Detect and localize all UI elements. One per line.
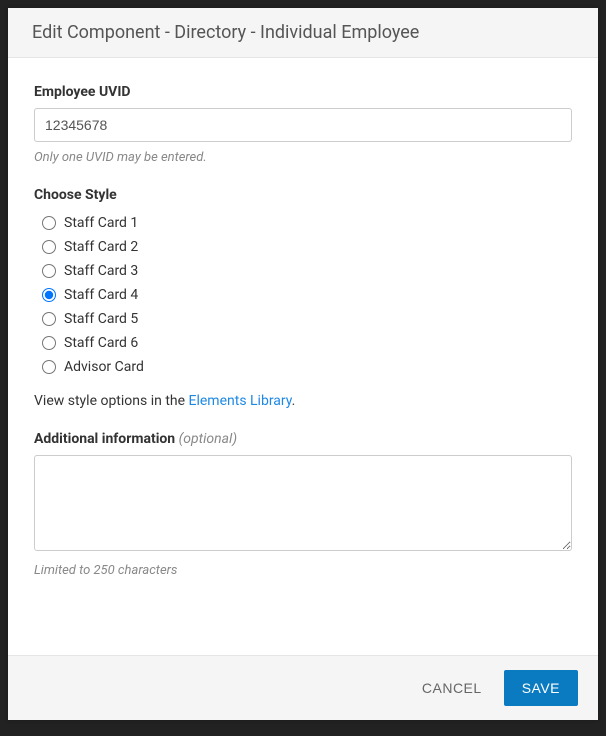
additional-label-text: Additional information [34,431,175,447]
style-radio-input[interactable] [42,240,56,254]
additional-label: Additional information (optional) [34,431,572,447]
modal-title: Edit Component - Directory - Individual … [32,22,574,43]
cancel-button[interactable]: CANCEL [418,672,486,704]
style-radio-input[interactable] [42,288,56,302]
style-radio-list: Staff Card 1 Staff Card 2 Staff Card 3 Staf… [34,211,572,379]
uvid-label: Employee UVID [34,84,572,100]
style-radio-label: Staff Card 3 [64,263,138,279]
style-note-suffix: . [292,393,296,409]
style-radio-label: Staff Card 2 [64,239,138,255]
style-radio-input[interactable] [42,336,56,350]
style-radio-label: Staff Card 5 [64,311,138,327]
style-note: View style options in the Elements Libra… [34,393,572,409]
style-radio-input[interactable] [42,312,56,326]
style-radio-label: Advisor Card [64,359,144,375]
additional-optional: (optional) [179,431,237,447]
style-radio-item[interactable]: Staff Card 4 [34,283,572,307]
uvid-input[interactable] [34,108,572,142]
style-radio-item[interactable]: Staff Card 3 [34,259,572,283]
additional-help: Limited to 250 characters [34,563,572,578]
style-radio-input[interactable] [42,216,56,230]
edit-component-modal: Edit Component - Directory - Individual … [8,8,598,720]
style-note-prefix: View style options in the [34,393,189,409]
style-radio-label: Staff Card 4 [64,287,138,303]
style-radio-item[interactable]: Staff Card 1 [34,211,572,235]
style-radio-item[interactable]: Staff Card 6 [34,331,572,355]
style-radio-label: Staff Card 1 [64,215,138,231]
style-label: Choose Style [34,187,572,203]
additional-group: Additional information (optional) Limite… [34,431,572,578]
uvid-help: Only one UVID may be entered. [34,150,572,165]
style-group: Choose Style Staff Card 1Staff Card 2Sta… [34,187,572,409]
uvid-group: Employee UVID Only one UVID may be enter… [34,84,572,165]
style-radio-input[interactable] [42,360,56,374]
style-radio-item[interactable]: Staff Card 2 [34,235,572,259]
style-radio-item[interactable]: Staff Card 5 [34,307,572,331]
additional-textarea[interactable] [34,455,572,551]
modal-header: Edit Component - Directory - Individual … [8,8,598,58]
style-radio-input[interactable] [42,264,56,278]
save-button[interactable]: SAVE [504,670,578,706]
elements-library-link[interactable]: Elements Library [189,393,292,409]
style-radio-item[interactable]: Advisor Card [34,355,572,379]
modal-body: Employee UVID Only one UVID may be enter… [8,58,598,655]
style-radio-label: Staff Card 6 [64,335,138,351]
modal-footer: CANCEL SAVE [8,655,598,720]
